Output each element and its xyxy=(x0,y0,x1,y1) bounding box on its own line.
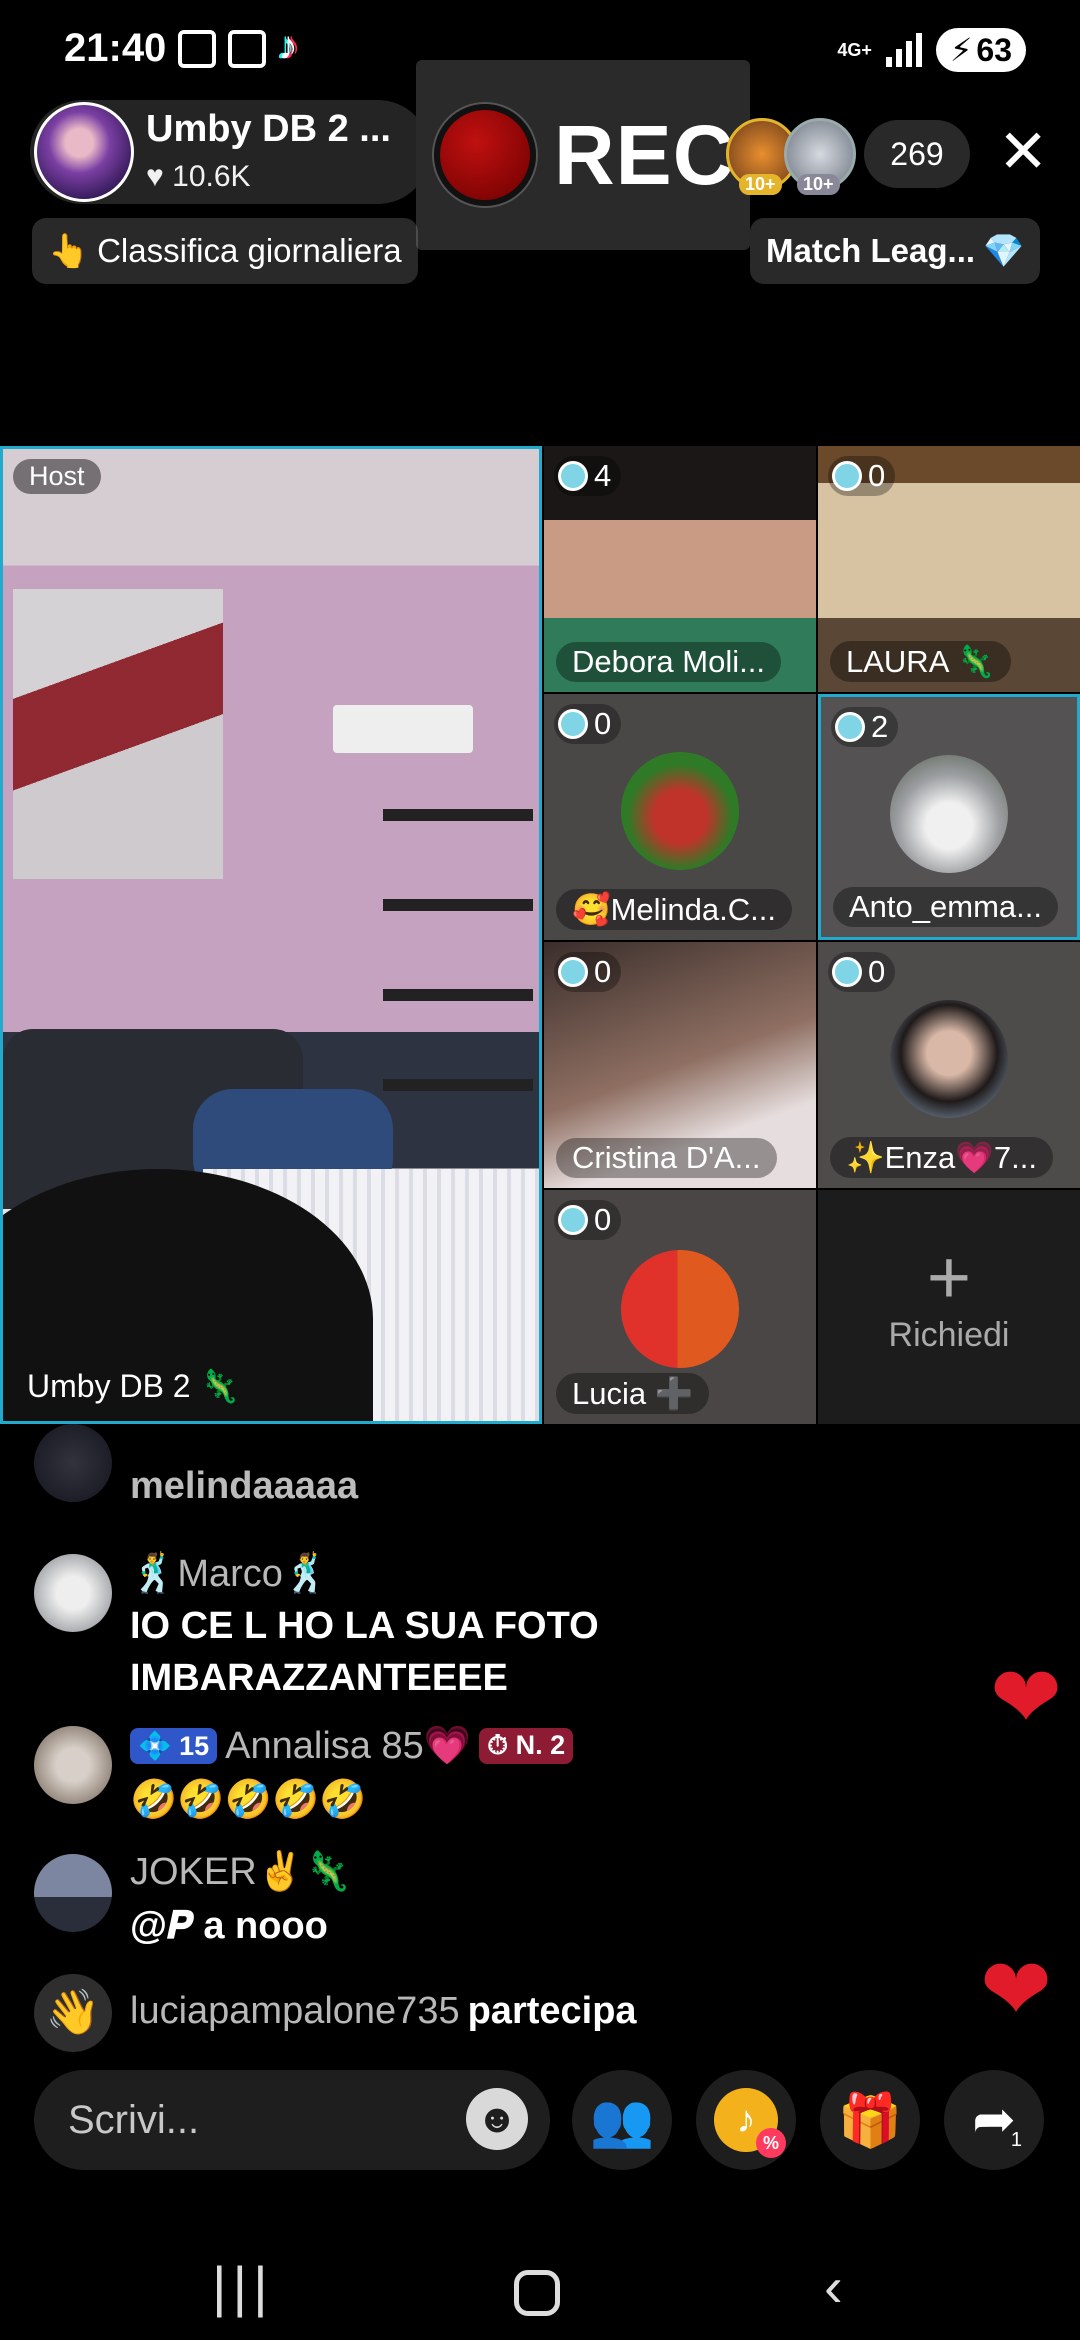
guest-name: LAURA 🦎 xyxy=(830,641,1011,682)
viewer-avatar[interactable]: 10+ xyxy=(784,118,856,195)
heart-icon: ♥ xyxy=(146,160,164,193)
guest-tile[interactable]: 0 Cristina D'A... xyxy=(544,942,816,1188)
share-button[interactable]: ➦ 1 xyxy=(944,2070,1044,2170)
host-avatar[interactable] xyxy=(34,102,134,202)
plus-icon: + xyxy=(926,1235,972,1320)
guest-score: 0 xyxy=(554,704,622,744)
rank-badge: ⏱ N. 2 xyxy=(479,1728,574,1764)
multi-guest-grid: Host Umby DB 2 🦎 4 Debora Moli... 0 LAUR… xyxy=(0,446,1080,1424)
recording-overlay[interactable]: REC xyxy=(416,60,750,250)
people-icon: 👥 xyxy=(589,2091,655,2150)
score-icon xyxy=(558,709,588,739)
host-video-tile[interactable]: Host Umby DB 2 🦎 xyxy=(0,446,542,1424)
score-icon xyxy=(832,461,862,491)
guest-score: 2 xyxy=(831,707,899,747)
wave-icon: 👋 xyxy=(34,1974,112,2052)
guest-name: ✨Enza💗7... xyxy=(830,1137,1053,1178)
guest-tile[interactable]: 2 Anto_emma... xyxy=(818,694,1080,940)
guest-name: Anto_emma... xyxy=(833,887,1058,927)
guest-avatar xyxy=(890,755,1008,873)
guest-score: 4 xyxy=(554,456,622,496)
guest-name: 🥰Melinda.C... xyxy=(556,889,792,930)
guest-score: 0 xyxy=(554,1200,622,1240)
gift-button[interactable]: 🎁 xyxy=(820,2070,920,2170)
record-icon xyxy=(434,104,536,206)
multi-guest-button[interactable]: 👥 xyxy=(572,2070,672,2170)
guest-avatar xyxy=(890,1000,1008,1118)
gift-icon: 🎁 xyxy=(837,2091,903,2150)
share-icon: ➦ xyxy=(972,2091,1016,2149)
guest-tile[interactable]: 0 🥰Melinda.C... xyxy=(544,694,816,940)
rec-label: REC xyxy=(554,107,735,202)
viewer-count[interactable]: 269 xyxy=(864,120,970,188)
match-league-chip[interactable]: Match Leag... 💎 xyxy=(750,218,1041,284)
guest-name: Debora Moli... xyxy=(556,642,781,682)
comment-input[interactable]: Scrivi... ☻ xyxy=(34,2070,550,2170)
guest-score: 0 xyxy=(828,952,896,992)
score-icon xyxy=(558,461,588,491)
screen-capture-icon xyxy=(228,30,266,68)
signal-icon xyxy=(885,33,922,67)
guest-tile[interactable]: 4 Debora Moli... xyxy=(544,446,816,692)
host-tag: Host xyxy=(13,459,101,494)
recent-apps-icon[interactable]: ||| xyxy=(212,2254,274,2319)
network-type: 4G+ xyxy=(837,40,872,60)
close-icon[interactable]: ✕ xyxy=(998,122,1048,182)
screen-capture-icon xyxy=(178,30,216,68)
pointing-hand-icon: 👆 xyxy=(48,231,90,269)
coins-discount-button[interactable]: ♪% xyxy=(696,2070,796,2170)
guest-avatar xyxy=(621,752,739,870)
chat-avatar[interactable] xyxy=(34,1424,112,1502)
system-navigation-bar: ||| ‹ xyxy=(0,2230,1080,2340)
emoji-icon[interactable]: ☻ xyxy=(466,2088,528,2150)
guest-name: Cristina D'A... xyxy=(556,1138,777,1178)
chat-avatar[interactable] xyxy=(34,1554,112,1632)
host-name[interactable]: Umby DB 2 ... xyxy=(146,108,391,151)
guest-tile[interactable]: 0 LAURA 🦎 xyxy=(818,446,1080,692)
floating-heart-icon: ❤ xyxy=(990,1650,1063,1746)
guest-avatar xyxy=(621,1250,739,1368)
chat-avatar[interactable] xyxy=(34,1854,112,1932)
tiktok-icon xyxy=(278,24,312,69)
tiktok-coin-icon: ♪% xyxy=(714,2088,786,2158)
score-icon xyxy=(558,1205,588,1235)
floating-heart-icon: ❤ xyxy=(980,1942,1053,2038)
guest-score: 0 xyxy=(554,952,622,992)
back-icon[interactable]: ‹ xyxy=(824,2254,843,2319)
home-icon[interactable] xyxy=(514,2270,560,2316)
share-count: 1 xyxy=(1010,2129,1022,2151)
guest-name: Lucia ➕ xyxy=(556,1373,710,1414)
guest-tile[interactable]: 0 ✨Enza💗7... xyxy=(818,942,1080,1188)
host-tile-name: Umby DB 2 🦎 xyxy=(27,1368,240,1404)
score-icon xyxy=(558,957,588,987)
chat-avatar[interactable] xyxy=(34,1726,112,1804)
daily-ranking-chip[interactable]: 👆 Classifica giornaliera xyxy=(32,218,418,284)
battery-indicator: ⚡ 63 xyxy=(935,28,1026,72)
request-seat-tile[interactable]: + Richiedi xyxy=(818,1190,1080,1424)
level-badge: 💠 15 xyxy=(130,1728,218,1764)
score-icon xyxy=(832,957,862,987)
request-label: Richiedi xyxy=(888,1316,1010,1354)
battery-charging-icon: ⚡ xyxy=(949,32,973,68)
score-icon xyxy=(835,712,865,742)
clock: 21:40 xyxy=(64,26,167,70)
guest-score: 0 xyxy=(828,456,896,496)
guest-tile[interactable]: 0 Lucia ➕ xyxy=(544,1190,816,1424)
diamond-icon: 💎 xyxy=(983,231,1025,269)
host-likes: ♥ 10.6K xyxy=(146,160,251,193)
top-viewers[interactable]: 10+ 10+ 269 xyxy=(726,118,970,195)
